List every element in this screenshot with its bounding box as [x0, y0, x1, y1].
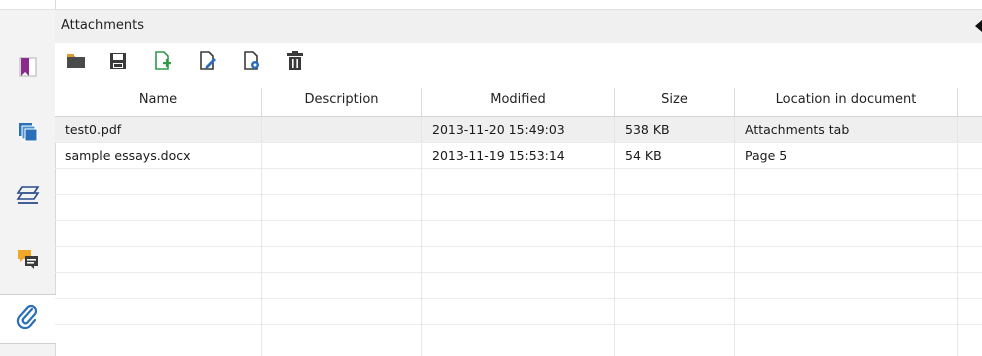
- comments-icon: [16, 247, 40, 275]
- pages-icon: [17, 121, 39, 147]
- add-attachment-button[interactable]: [152, 51, 174, 75]
- empty-row: [55, 221, 982, 247]
- cell-filler: [958, 143, 982, 169]
- delete-attachment-button[interactable]: [284, 51, 306, 75]
- column-header-size[interactable]: Size: [615, 88, 735, 116]
- column-header-name[interactable]: Name: [55, 88, 262, 116]
- empty-row: [55, 273, 982, 299]
- cell-modified: 2013-11-19 15:53:14: [422, 143, 615, 169]
- attachment-properties-button[interactable]: [241, 51, 263, 75]
- bookmark-icon: [18, 56, 38, 82]
- column-header-description[interactable]: Description: [262, 88, 422, 116]
- empty-row: [55, 169, 982, 195]
- empty-row: [55, 299, 982, 325]
- add-file-icon: [154, 51, 172, 75]
- table-row[interactable]: sample essays.docx 2013-11-19 15:53:14 5…: [55, 143, 982, 169]
- attachment-icon: [16, 304, 40, 334]
- column-header-filler: [958, 88, 982, 116]
- cell-name: test0.pdf: [55, 117, 262, 143]
- attachments-panel-header: Attachments: [55, 9, 982, 44]
- sidebar-item-bookmarks[interactable]: [0, 45, 55, 93]
- edit-attachment-button[interactable]: [197, 51, 219, 75]
- cell-size: 54 KB: [615, 143, 735, 169]
- file-settings-icon: [243, 51, 261, 75]
- cell-filler: [958, 117, 982, 143]
- cell-location: Page 5: [735, 143, 958, 169]
- empty-row: [55, 195, 982, 221]
- collapse-arrow-icon[interactable]: [975, 20, 982, 32]
- cell-size: 538 KB: [615, 117, 735, 143]
- attachments-table: Name Description Modified Size Location …: [55, 88, 982, 356]
- sidebar-item-pages[interactable]: [0, 110, 55, 158]
- sidebar-item-attachments[interactable]: [0, 294, 56, 344]
- sidebar-item-layers[interactable]: [0, 173, 55, 221]
- panel-title: Attachments: [61, 18, 144, 33]
- cell-description: [262, 143, 422, 169]
- table-header: Name Description Modified Size Location …: [55, 88, 982, 117]
- edit-file-icon: [199, 51, 217, 75]
- table-row[interactable]: test0.pdf 2013-11-20 15:49:03 538 KB Att…: [55, 117, 982, 143]
- delete-icon: [286, 51, 304, 75]
- rail-top-strip: [0, 0, 55, 10]
- sidebar-item-comments[interactable]: [0, 237, 55, 285]
- open-folder-icon: [66, 52, 86, 74]
- column-header-location[interactable]: Location in document: [735, 88, 958, 116]
- open-attachment-button[interactable]: [65, 52, 87, 74]
- cell-location: Attachments tab: [735, 117, 958, 143]
- empty-row: [55, 247, 982, 273]
- cell-name: sample essays.docx: [55, 143, 262, 169]
- empty-row: [55, 325, 982, 356]
- attachments-toolbar: [55, 43, 982, 88]
- save-icon: [109, 52, 127, 74]
- save-attachment-button[interactable]: [107, 52, 129, 74]
- cell-modified: 2013-11-20 15:49:03: [422, 117, 615, 143]
- column-header-modified[interactable]: Modified: [422, 88, 615, 116]
- layers-icon: [16, 184, 40, 210]
- sidebar-rail: [0, 0, 56, 356]
- cell-description: [262, 117, 422, 143]
